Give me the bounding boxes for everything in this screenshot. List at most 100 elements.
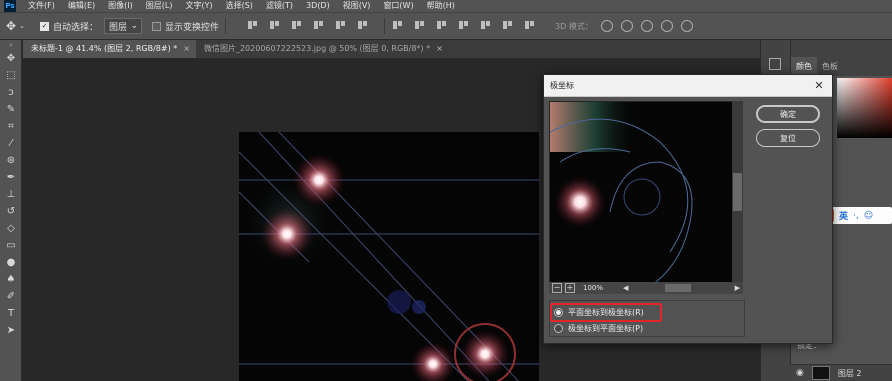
photoshop-logo: Ps — [4, 0, 16, 12]
distribute-right-icon[interactable] — [501, 18, 515, 32]
menu-help[interactable]: 帮助(H) — [427, 0, 455, 12]
option-polar-to-rectangular[interactable]: 极坐标到平面坐标(P) — [554, 321, 643, 336]
dodge-tool-icon[interactable]: ♠ — [0, 271, 22, 288]
history-brush-tool-icon[interactable]: ↺ — [0, 203, 22, 220]
close-icon[interactable]: × — [183, 40, 190, 58]
3d-mode-label: 3D 模式： — [555, 21, 593, 31]
menu-view[interactable]: 视图(V) — [343, 0, 371, 12]
menu-filter[interactable]: 滤镜(T) — [266, 0, 293, 12]
history-panel-icon[interactable] — [769, 58, 781, 70]
auto-select-label: 自动选择： — [53, 22, 99, 33]
close-icon[interactable]: × — [436, 40, 443, 58]
align-buttons — [246, 18, 545, 34]
3d-scale-icon[interactable] — [680, 20, 693, 32]
3d-roll-icon[interactable] — [620, 20, 633, 32]
chevron-down-icon: ⌄ — [130, 21, 139, 31]
option-label: 极坐标到平面坐标(P) — [568, 324, 644, 333]
auto-select-target-select[interactable]: 图层 ⌄ — [104, 18, 143, 34]
layer-row[interactable]: ◉ 图层 2 — [790, 364, 892, 381]
marquee-tool-icon[interactable]: ⬚ — [0, 67, 22, 84]
move-tool-icon[interactable]: ✥ ⌄ — [6, 16, 30, 36]
document-tabs: 未标题-1 @ 41.4% (图层 2, RGB/8#) * × 微信图片_20… — [23, 40, 760, 58]
menu-layer[interactable]: 图层(L) — [146, 0, 173, 12]
brush-tool-icon[interactable]: ✒ — [0, 169, 22, 186]
preview-image — [550, 102, 693, 293]
align-left-icon[interactable] — [312, 18, 326, 32]
gradient-tool-icon[interactable]: ▭ — [0, 237, 22, 254]
3d-rotate-icon[interactable] — [600, 20, 613, 32]
distribute-vcenter-icon[interactable] — [413, 18, 427, 32]
tab-title: 未标题-1 @ 41.4% (图层 2, RGB/8#) * — [31, 44, 178, 53]
healing-brush-tool-icon[interactable]: ⊛ — [0, 152, 22, 169]
highlight-box — [550, 303, 662, 322]
path-select-tool-icon[interactable]: ➤ — [0, 322, 22, 339]
menu-window[interactable]: 窗口(W) — [383, 0, 413, 12]
align-hcenter-icon[interactable] — [334, 18, 348, 32]
tab-untitled-1[interactable]: 未标题-1 @ 41.4% (图层 2, RGB/8#) * × — [23, 40, 196, 58]
options-bar: ✥ ⌄ ✓ 自动选择： 图层 ⌄ 显示变换控件 3D 模式： — [0, 12, 892, 40]
filter-preview[interactable] — [549, 101, 743, 294]
preview-zoom-bar: − + 100% ◀ ▶ — [549, 282, 743, 294]
pen-tool-icon[interactable]: ✐ — [0, 288, 22, 305]
layer-thumbnail — [811, 366, 830, 380]
zoom-out-button[interactable]: − — [552, 283, 562, 293]
close-icon[interactable]: ✕ — [812, 79, 826, 92]
preview-vertical-scrollbar[interactable] — [732, 101, 743, 294]
distribute-left-icon[interactable] — [457, 18, 471, 32]
auto-select-checkbox[interactable]: ✓ — [40, 21, 49, 31]
reset-button[interactable]: 复位 — [756, 129, 820, 147]
blur-tool-icon[interactable]: ● — [0, 254, 22, 271]
zoom-level[interactable]: 100% — [583, 284, 619, 292]
menu-image[interactable]: 图像(I) — [108, 0, 133, 12]
menu-bar: Ps 文件(F) 编辑(E) 图像(I) 图层(L) 文字(Y) 选择(S) 滤… — [0, 0, 892, 12]
radio-polar-to-rectangular[interactable] — [554, 324, 563, 333]
menu-type[interactable]: 文字(Y) — [185, 0, 212, 12]
auto-align-icon[interactable] — [523, 18, 537, 32]
eye-icon[interactable]: ◉ — [796, 368, 804, 378]
dialog-title: 极坐标 — [550, 81, 574, 90]
auto-select-target-value: 图层 — [109, 22, 128, 33]
dialog-titlebar[interactable]: 极坐标 ✕ — [544, 75, 832, 97]
tools-panel: » ✥ ⬚ ↄ ✎ ⌗ ⁄ ⊛ ✒ ⊥ ↺ ◇ ▭ ● ♠ ✐ T ➤ — [0, 40, 22, 381]
tab-wechat-image[interactable]: 微信图片_20200607222523.jpg @ 50% (图层 0, RGB… — [196, 40, 449, 58]
distribute-bottom-icon[interactable] — [435, 18, 449, 32]
eraser-tool-icon[interactable]: ◇ — [0, 220, 22, 237]
scroll-thumb[interactable] — [733, 173, 742, 211]
scroll-right-icon[interactable]: ▶ — [735, 284, 740, 292]
color-picker-field[interactable] — [837, 78, 892, 138]
align-right-icon[interactable] — [356, 18, 370, 32]
zoom-in-button[interactable]: + — [565, 283, 575, 293]
align-top-icon[interactable] — [246, 18, 260, 32]
collapse-arrows-icon[interactable]: » — [0, 40, 22, 50]
preview-horizontal-scroll-thumb[interactable] — [665, 284, 691, 292]
lasso-tool-icon[interactable]: ↄ — [0, 84, 22, 101]
menu-select[interactable]: 选择(S) — [226, 0, 253, 12]
crop-tool-icon[interactable]: ⌗ — [0, 118, 22, 135]
align-vcenter-icon[interactable] — [268, 18, 282, 32]
move-tool-icon[interactable]: ✥ — [0, 50, 22, 67]
type-tool-icon[interactable]: T — [0, 305, 22, 322]
lens-flare-artwork — [239, 132, 539, 381]
show-transform-label: 显示变换控件 — [165, 22, 220, 33]
ime-mode-label[interactable]: 英 — [839, 209, 848, 222]
3d-pan-icon[interactable] — [640, 20, 653, 32]
scroll-left-icon[interactable]: ◀ — [623, 284, 628, 292]
tab-title: 微信图片_20200607222523.jpg @ 50% (图层 0, RGB… — [203, 44, 431, 53]
align-bottom-icon[interactable] — [290, 18, 304, 32]
punctuation-icon[interactable]: ·, — [853, 211, 859, 221]
show-transform-checkbox[interactable] — [152, 21, 162, 31]
distribute-hcenter-icon[interactable] — [479, 18, 493, 32]
eyedropper-tool-icon[interactable]: ⁄ — [0, 135, 22, 152]
layer-name: 图层 2 — [837, 368, 862, 378]
polar-coordinates-dialog: 极坐标 ✕ − + 100% ◀ ▶ 确定 复位 平面坐标到极坐标(R) 极坐标… — [543, 74, 833, 344]
ok-button[interactable]: 确定 — [756, 105, 820, 123]
menu-edit[interactable]: 编辑(E) — [68, 0, 95, 12]
document-canvas[interactable] — [239, 132, 539, 381]
menu-3d[interactable]: 3D(D) — [306, 0, 330, 12]
clone-stamp-tool-icon[interactable]: ⊥ — [0, 186, 22, 203]
3d-slide-icon[interactable] — [660, 20, 673, 32]
distribute-top-icon[interactable] — [391, 18, 405, 32]
quick-select-tool-icon[interactable]: ✎ — [0, 101, 22, 118]
menu-file[interactable]: 文件(F) — [28, 0, 55, 12]
emoji-icon[interactable]: ☺ — [864, 211, 873, 221]
